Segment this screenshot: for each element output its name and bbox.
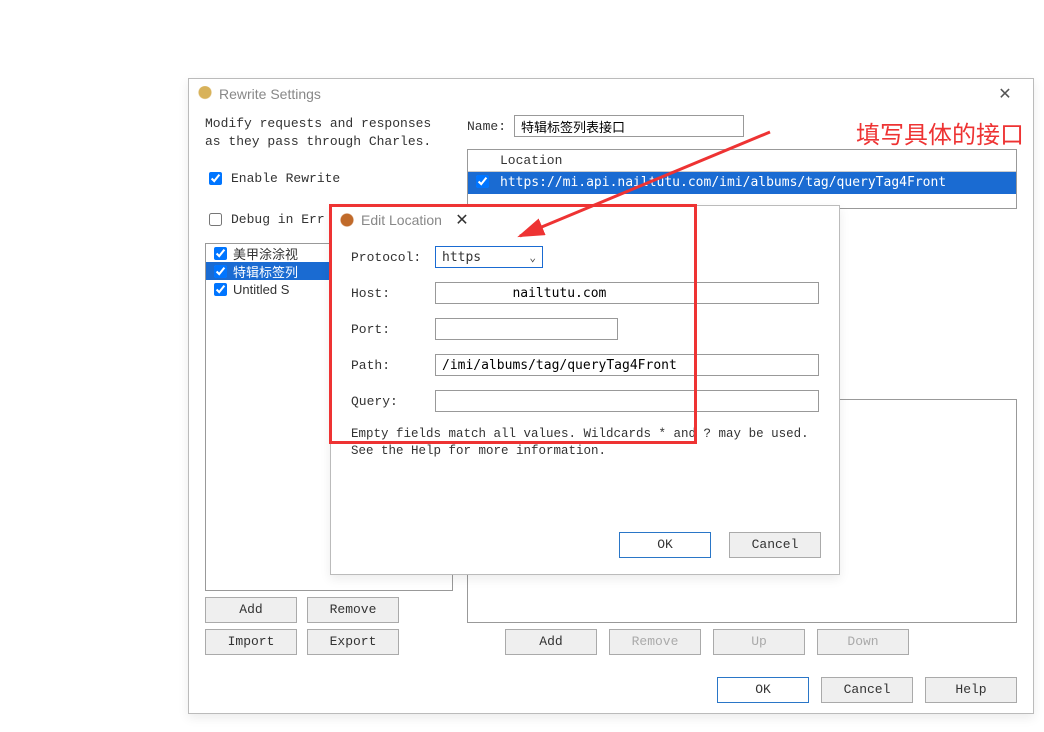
help-button[interactable]: Help bbox=[925, 677, 1017, 703]
cancel-button[interactable]: Cancel bbox=[821, 677, 913, 703]
location-checkbox[interactable] bbox=[476, 175, 489, 188]
rule-label: 特辑标签列 bbox=[233, 262, 298, 281]
location-url: https://mi.api.nailtutu.com/imi/albums/t… bbox=[496, 172, 1016, 194]
help-text: Empty fields match all values. Wildcards… bbox=[331, 426, 839, 460]
ok-button[interactable]: OK bbox=[619, 532, 711, 558]
query-input[interactable] bbox=[435, 390, 819, 412]
table-header-check bbox=[468, 150, 496, 171]
location-down-button[interactable]: Down bbox=[817, 629, 909, 655]
rule-label: Untitled S bbox=[233, 282, 289, 297]
enable-rewrite-label: Enable Rewrite bbox=[231, 171, 340, 186]
path-input[interactable] bbox=[435, 354, 819, 376]
port-input[interactable] bbox=[435, 318, 618, 340]
rule-checkbox[interactable] bbox=[214, 283, 227, 296]
table-row[interactable]: https://mi.api.nailtutu.com/imi/albums/t… bbox=[468, 172, 1016, 194]
port-label: Port: bbox=[351, 322, 435, 337]
window-title: Edit Location bbox=[361, 212, 442, 228]
chevron-down-icon: ⌄ bbox=[529, 251, 536, 264]
close-icon[interactable]: ✕ bbox=[442, 210, 482, 230]
edit-location-window: Edit Location ✕ Protocol: https ⌄ Host: … bbox=[330, 205, 840, 575]
app-icon bbox=[197, 86, 213, 102]
remove-button[interactable]: Remove bbox=[307, 597, 399, 623]
rule-checkbox[interactable] bbox=[214, 247, 227, 260]
location-up-button[interactable]: Up bbox=[713, 629, 805, 655]
ok-button[interactable]: OK bbox=[717, 677, 809, 703]
window-title: Rewrite Settings bbox=[219, 86, 321, 102]
debug-checkbox[interactable] bbox=[209, 213, 222, 226]
protocol-label: Protocol: bbox=[351, 250, 435, 265]
titlebar: Rewrite Settings ✕ bbox=[189, 79, 1033, 109]
cancel-button[interactable]: Cancel bbox=[729, 532, 821, 558]
location-remove-button[interactable]: Remove bbox=[609, 629, 701, 655]
debug-label: Debug in Err bbox=[231, 212, 325, 227]
name-label: Name: bbox=[467, 119, 506, 134]
rule-label: 美甲涂涂视 bbox=[233, 244, 298, 263]
query-label: Query: bbox=[351, 394, 435, 409]
protocol-combobox[interactable]: https ⌄ bbox=[435, 246, 543, 268]
description: Modify requests and responses as they pa… bbox=[205, 115, 453, 151]
app-icon bbox=[339, 212, 355, 228]
location-table: Location https://mi.api.nailtutu.com/imi… bbox=[467, 149, 1017, 209]
add-button[interactable]: Add bbox=[205, 597, 297, 623]
close-icon[interactable]: ✕ bbox=[985, 84, 1025, 104]
name-input[interactable] bbox=[514, 115, 744, 137]
rule-checkbox[interactable] bbox=[214, 265, 227, 278]
path-label: Path: bbox=[351, 358, 435, 373]
host-input[interactable] bbox=[435, 282, 819, 304]
import-button[interactable]: Import bbox=[205, 629, 297, 655]
host-label: Host: bbox=[351, 286, 435, 301]
protocol-value: https bbox=[442, 250, 481, 265]
location-add-button[interactable]: Add bbox=[505, 629, 597, 655]
enable-rewrite-checkbox[interactable] bbox=[209, 172, 222, 185]
location-header: Location bbox=[496, 150, 1016, 171]
export-button[interactable]: Export bbox=[307, 629, 399, 655]
